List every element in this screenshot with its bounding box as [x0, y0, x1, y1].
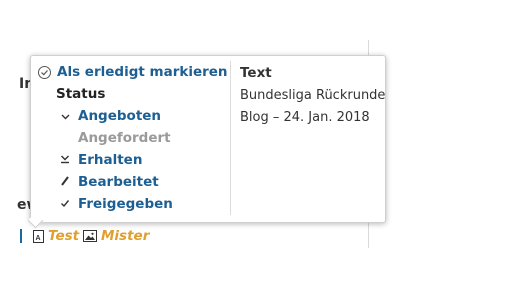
svg-text:A: A — [36, 235, 41, 242]
detail-line: Bundesliga Rückrunde — [240, 88, 386, 103]
status-option-angefordert: Angefordert — [78, 130, 171, 146]
status-option-freigegeben[interactable]: Freigegeben — [58, 196, 173, 212]
status-option-erhalten[interactable]: Erhalten — [58, 152, 142, 168]
mark-done-button[interactable]: Als erledigt markieren — [38, 64, 228, 80]
popup-column-divider — [230, 61, 231, 215]
status-heading: Status — [56, 86, 106, 102]
pencil-icon — [58, 175, 72, 189]
image-file-icon — [83, 230, 97, 242]
selection-bar — [20, 229, 22, 243]
detail-heading: Text — [240, 65, 272, 81]
download-icon — [58, 154, 72, 167]
attachment-test[interactable]: A Test — [33, 228, 79, 244]
chevron-down-icon — [58, 110, 72, 123]
text-file-icon: A — [33, 229, 44, 243]
checkmark-icon — [58, 198, 72, 211]
attachment-mister[interactable]: Mister — [83, 228, 149, 244]
status-option-bearbeitet[interactable]: Bearbeitet — [58, 174, 159, 190]
mark-done-label: Als erledigt markieren — [57, 64, 228, 80]
detail-line: Blog – 24. Jan. 2018 — [240, 110, 370, 125]
status-option-angeboten[interactable]: Angeboten — [58, 108, 161, 124]
check-circle-icon — [38, 65, 51, 79]
